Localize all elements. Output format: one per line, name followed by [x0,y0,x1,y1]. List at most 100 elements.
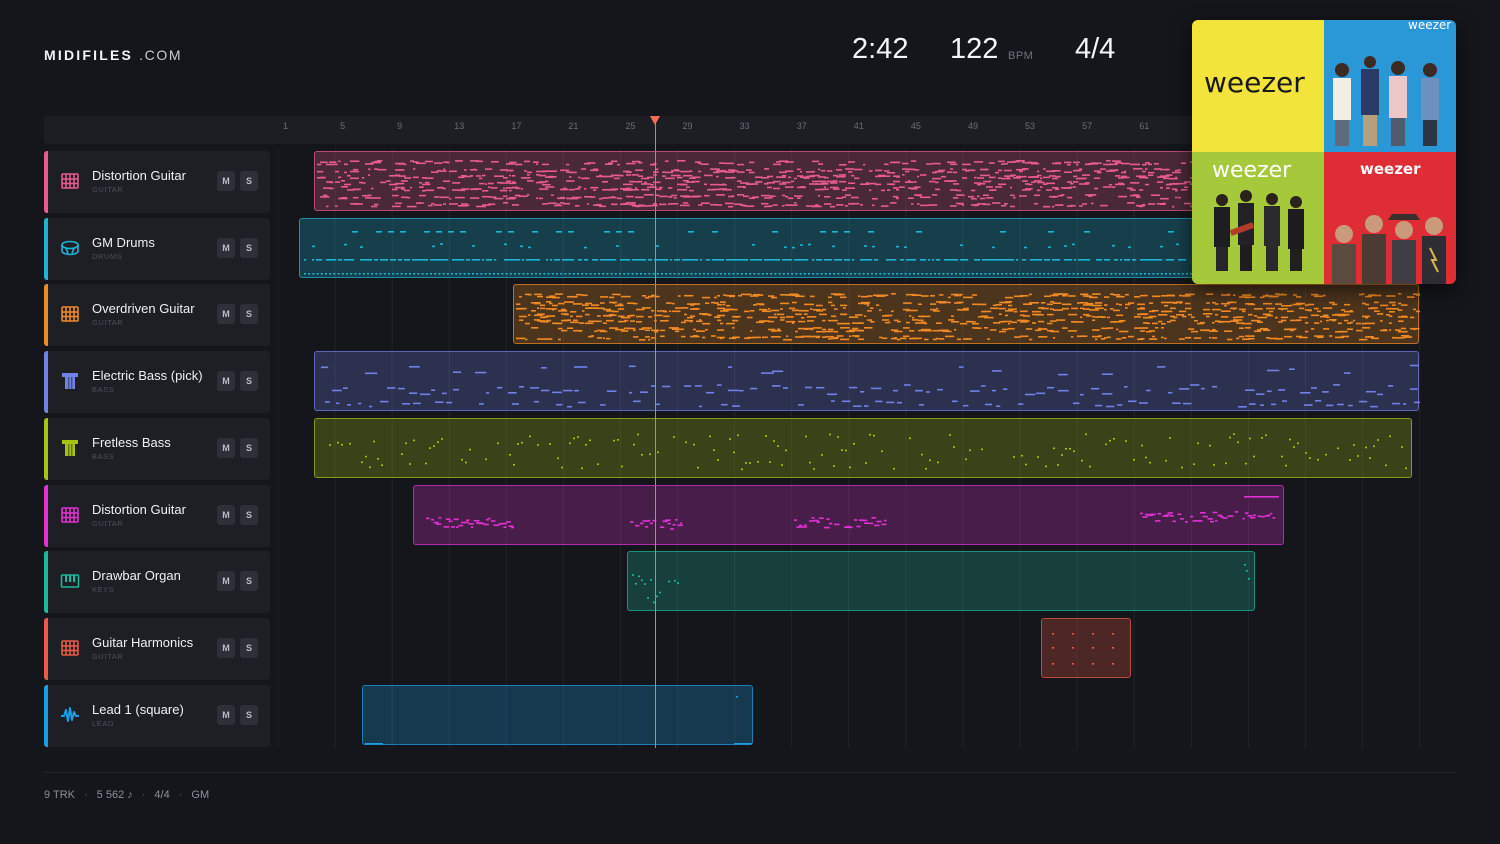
mute-button[interactable]: M [217,304,235,325]
track-header[interactable]: GM Drums DRUMS M S [44,217,270,280]
mute-button[interactable]: M [217,704,235,725]
track-name: Lead 1 (square) [92,701,184,717]
track-header[interactable]: Drawbar Organ KEYS M S [44,551,270,614]
solo-button[interactable]: S [240,504,258,525]
wave-icon [60,705,80,725]
solo-button[interactable]: S [240,637,258,658]
track-name: Fretless Bass [92,434,171,450]
band-photo-blue [1333,56,1439,146]
band-photo-green [1214,190,1304,271]
track-category: GUITAR [92,185,124,194]
mute-button[interactable]: M [217,437,235,458]
clip-notes [328,433,1407,470]
track-color-bar [44,551,48,614]
track-name: GM Drums [92,234,155,250]
midi-clip[interactable] [313,351,1421,412]
ruler-tick: 61 [1139,121,1150,131]
track-category: BASS [92,385,115,395]
midi-clip[interactable] [362,684,754,745]
ruler-tick: 33 [739,121,750,131]
ruler-tick: 5 [340,121,346,131]
mute-button[interactable]: M [217,637,235,658]
midi-clip[interactable] [413,484,1284,545]
solo-button[interactable]: S [240,437,258,458]
track-color-bar [44,484,48,547]
track-header[interactable]: Distortion Guitar GUITAR M S [44,484,270,547]
footer-standard: GM [191,789,210,801]
tempo-unit: BPM [1008,50,1034,62]
clip-notes [516,293,1421,341]
album-cover: weezer weezer weezer weezer [1192,20,1456,284]
track-name: Overdriven Guitar [92,301,195,317]
mute-button[interactable]: M [217,237,235,258]
playhead-handle[interactable] [650,116,660,125]
clip-notes [365,695,753,745]
footer-meter: 4/4 [154,789,170,801]
mute-button[interactable]: M [217,571,235,592]
mute-button[interactable]: M [217,371,235,392]
solo-button[interactable]: S [240,571,258,592]
drum-icon [60,238,80,258]
midi-clip[interactable] [1041,617,1132,678]
footer-divider [44,772,1456,773]
mute-button[interactable]: M [217,171,235,191]
footer-track-count: 9 TRK [44,789,75,801]
bass-icon [60,438,80,458]
ruler-tick: 17 [511,121,522,131]
footer-note-count: 5 562 ♪ [96,789,133,801]
band-photo-red [1332,214,1446,284]
solo-button[interactable]: S [240,171,258,191]
ruler-tick: 9 [397,121,403,131]
track-name: Electric Bass (pick) [92,368,203,384]
clip-notes [320,364,1421,408]
track-header[interactable]: Fretless Bass BASS M S [44,417,270,480]
mute-button[interactable]: M [217,504,235,525]
solo-button[interactable]: S [240,237,258,258]
track-header[interactable]: Electric Bass (pick) BASS M S [44,351,270,414]
guitar-icon [60,638,80,658]
ruler-tick: 13 [454,121,465,131]
track-color-bar [44,684,48,747]
track-header[interactable]: Overdriven Guitar GUITAR M S [44,284,270,347]
clip-notes [426,495,1280,530]
track-header[interactable]: Distortion Guitar GUITAR M S [44,151,270,213]
ruler-tick: 29 [682,121,693,131]
midi-clip[interactable] [627,551,1256,612]
track-category: KEYS [92,585,115,595]
track-color-bar [44,417,48,480]
tempo-display: 122 [950,33,999,65]
album-wordmark: weezer [1204,66,1305,99]
midi-clip[interactable] [313,417,1413,478]
track-category: DRUMS [92,251,123,261]
album-quadrant-green: weezer [1192,152,1324,284]
clip-notes [1052,632,1115,665]
ruler-tick: 53 [1025,121,1036,131]
album-quadrant-red: weezer [1324,152,1456,284]
bass-icon [60,371,80,391]
track-header[interactable]: Guitar Harmonics GUITAR M S [44,617,270,680]
ruler-tick: 21 [568,121,579,131]
solo-button[interactable]: S [240,704,258,725]
playhead[interactable] [655,116,656,748]
track-category: BASS [92,451,115,461]
album-quadrant-blue: weezer [1324,20,1456,152]
track-header[interactable]: Lead 1 (square) LEAD M S [44,684,270,747]
meter-display: 4/4 [1075,33,1116,65]
ruler-tick: 37 [796,121,807,131]
solo-button[interactable]: S [240,371,258,392]
ruler-tick: 25 [625,121,636,131]
track-name: Drawbar Organ [92,568,181,584]
solo-button[interactable]: S [240,304,258,325]
clip-notes [632,564,1251,604]
time-display: 2:42 [852,33,909,65]
midi-clip[interactable] [513,284,1421,345]
ruler-tick: 41 [853,121,864,131]
track-color-bar [44,284,48,347]
track-color-bar [44,151,48,213]
album-quadrant-yellow: weezer [1192,20,1324,152]
guitar-icon [60,304,80,324]
track-name: Guitar Harmonics [92,634,194,650]
ruler-tick: 45 [910,121,921,131]
ruler-tick: 49 [967,121,978,131]
track-color-bar [44,351,48,414]
